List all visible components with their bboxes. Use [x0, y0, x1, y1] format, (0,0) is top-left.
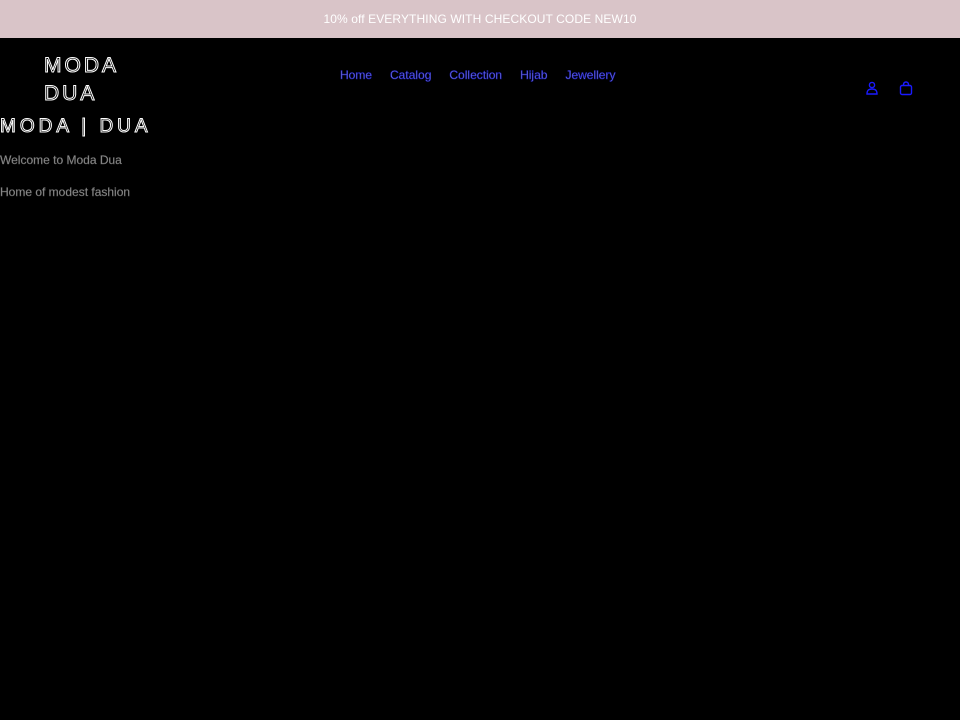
main-nav: Home Catalog Collection Hijab Jewellery	[340, 68, 616, 83]
nav-collection[interactable]: Collection	[449, 68, 502, 83]
header-icons	[864, 80, 914, 96]
nav-catalog[interactable]: Catalog	[390, 68, 432, 83]
announcement-bar: 10% off EVERYTHING WITH CHECKOUT CODE NE…	[0, 0, 960, 38]
brand-banner: MODA | DUA	[0, 116, 152, 138]
logo-line-1: MODA	[44, 54, 119, 78]
site-logo[interactable]: MODA DUA	[44, 52, 134, 108]
nav-hijab[interactable]: Hijab	[520, 68, 548, 83]
page: 10% off EVERYTHING WITH CHECKOUT CODE NE…	[0, 0, 960, 720]
nav-home[interactable]: Home	[340, 68, 373, 83]
site-header: MODA DUA Home Catalog Collection Hijab J…	[0, 38, 960, 118]
logo-line-2: DUA	[44, 82, 98, 106]
cart-icon[interactable]	[898, 80, 914, 96]
tagline-text: Home of modest fashion	[0, 185, 131, 199]
welcome-text: Welcome to Moda Dua	[0, 153, 122, 167]
nav-jewellery[interactable]: Jewellery	[565, 68, 616, 83]
announcement-text: 10% off EVERYTHING WITH CHECKOUT CODE NE…	[323, 12, 637, 26]
account-icon[interactable]	[864, 80, 880, 96]
